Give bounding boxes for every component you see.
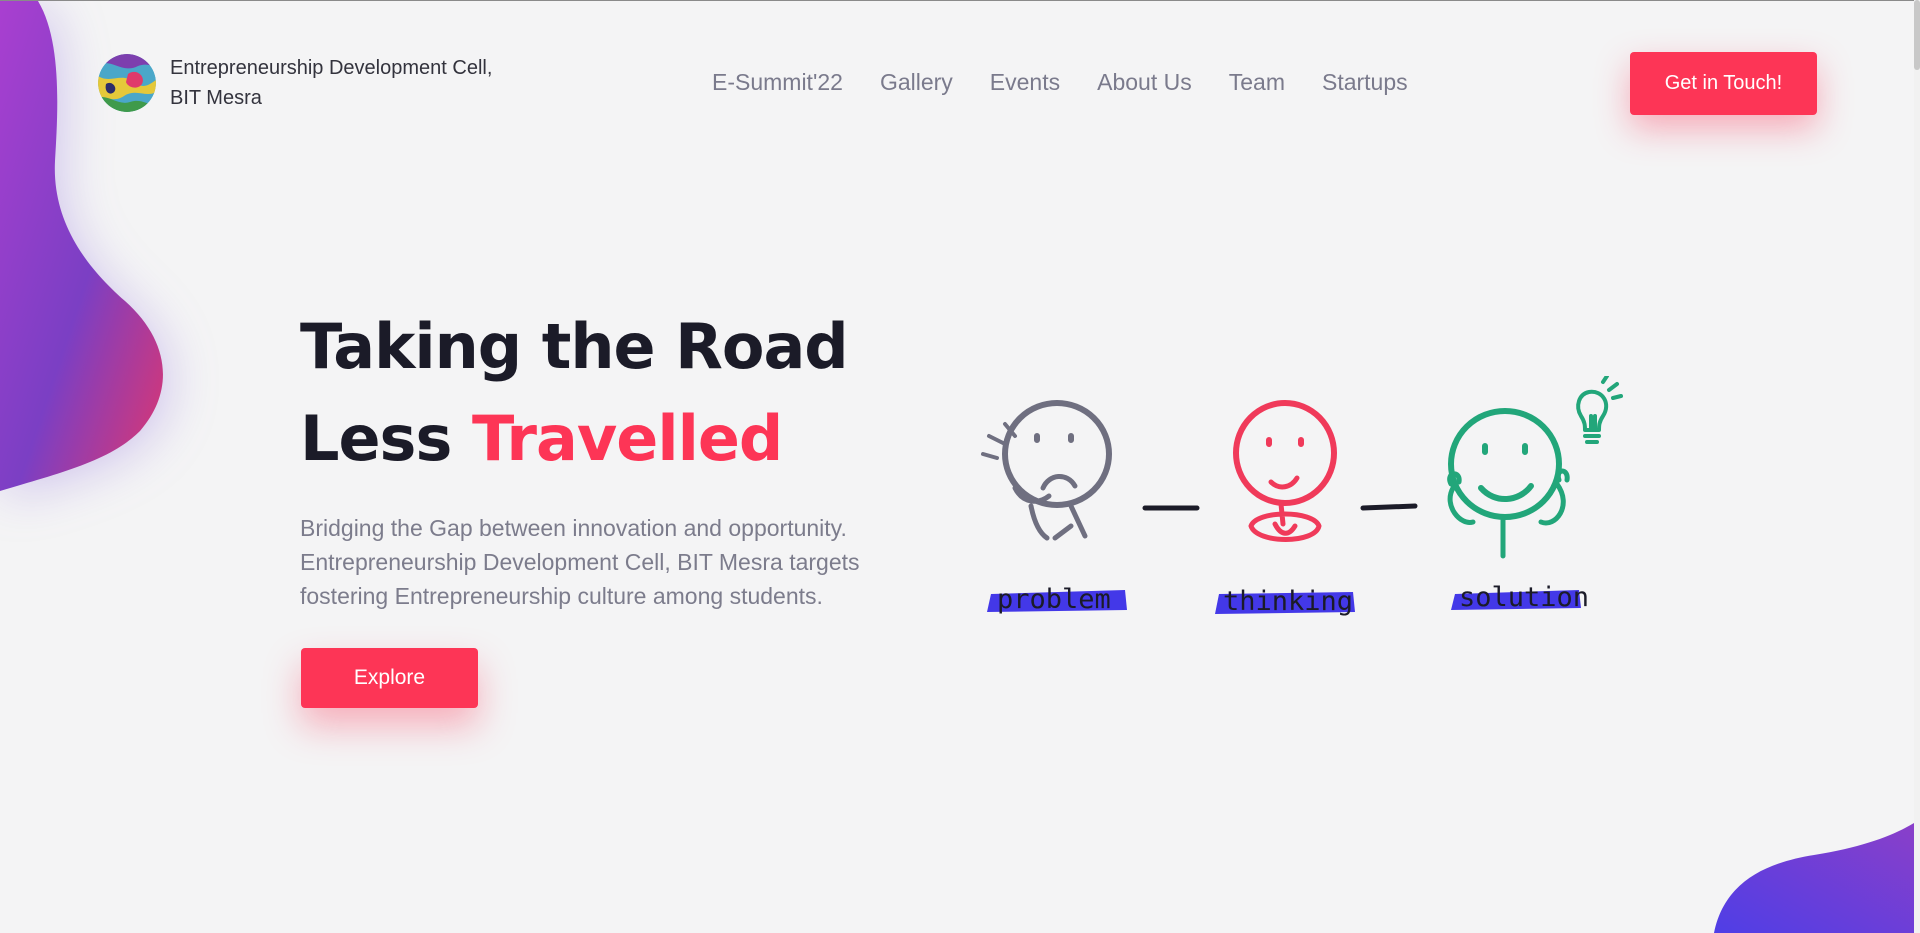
illustration-label-solution: solution <box>1459 582 1589 613</box>
headline-accent-word: Travelled <box>471 402 783 475</box>
brand-name-line1: Entrepreneurship Development Cell, <box>170 57 493 79</box>
nav-item-about-us[interactable]: About Us <box>1097 67 1192 97</box>
hero-headline: Taking the Road Less Travelled <box>300 301 849 485</box>
explore-button[interactable]: Explore <box>301 648 478 708</box>
headline-line2-prefix: Less <box>300 402 472 475</box>
brand-name: Entrepreneurship Development Cell, BIT M… <box>170 53 550 113</box>
problem-thinking-solution-illustration: problem thinking solution <box>981 376 1623 617</box>
nav-item-team[interactable]: Team <box>1229 67 1285 97</box>
get-in-touch-button[interactable]: Get in Touch! <box>1630 52 1817 115</box>
illustration-label-problem: problem <box>997 584 1111 615</box>
bottom-right-gradient-blob <box>1714 823 1914 933</box>
headline-line1: Taking the Road <box>300 310 849 383</box>
hero-subtext: Bridging the Gap between innovation and … <box>300 515 860 609</box>
brand[interactable]: Entrepreneurship Development Cell, BIT M… <box>98 53 550 113</box>
happy-face-icon <box>1447 408 1570 559</box>
nav-item-gallery[interactable]: Gallery <box>880 67 953 97</box>
page: Entrepreneurship Development Cell, BIT M… <box>0 0 1914 933</box>
scrollbar-thumb[interactable] <box>1914 0 1920 70</box>
neutral-face-icon <box>1233 400 1337 542</box>
main-nav: E-Summit'22 Gallery Events About Us Team… <box>712 67 1408 97</box>
brand-name-line2: BIT Mesra <box>170 87 262 109</box>
sad-face-icon <box>981 400 1112 541</box>
nav-item-esummit[interactable]: E-Summit'22 <box>712 67 843 97</box>
nav-item-events[interactable]: Events <box>990 67 1060 97</box>
headline-accent-wrap: Travelled <box>471 393 783 485</box>
connector-line-2 <box>1360 503 1418 511</box>
lightbulb-icon <box>1576 376 1623 444</box>
illustration-label-thinking: thinking <box>1223 586 1353 617</box>
edc-logo-icon <box>98 54 156 112</box>
nav-item-startups[interactable]: Startups <box>1322 67 1408 97</box>
page-scrollbar[interactable] <box>1914 0 1920 933</box>
